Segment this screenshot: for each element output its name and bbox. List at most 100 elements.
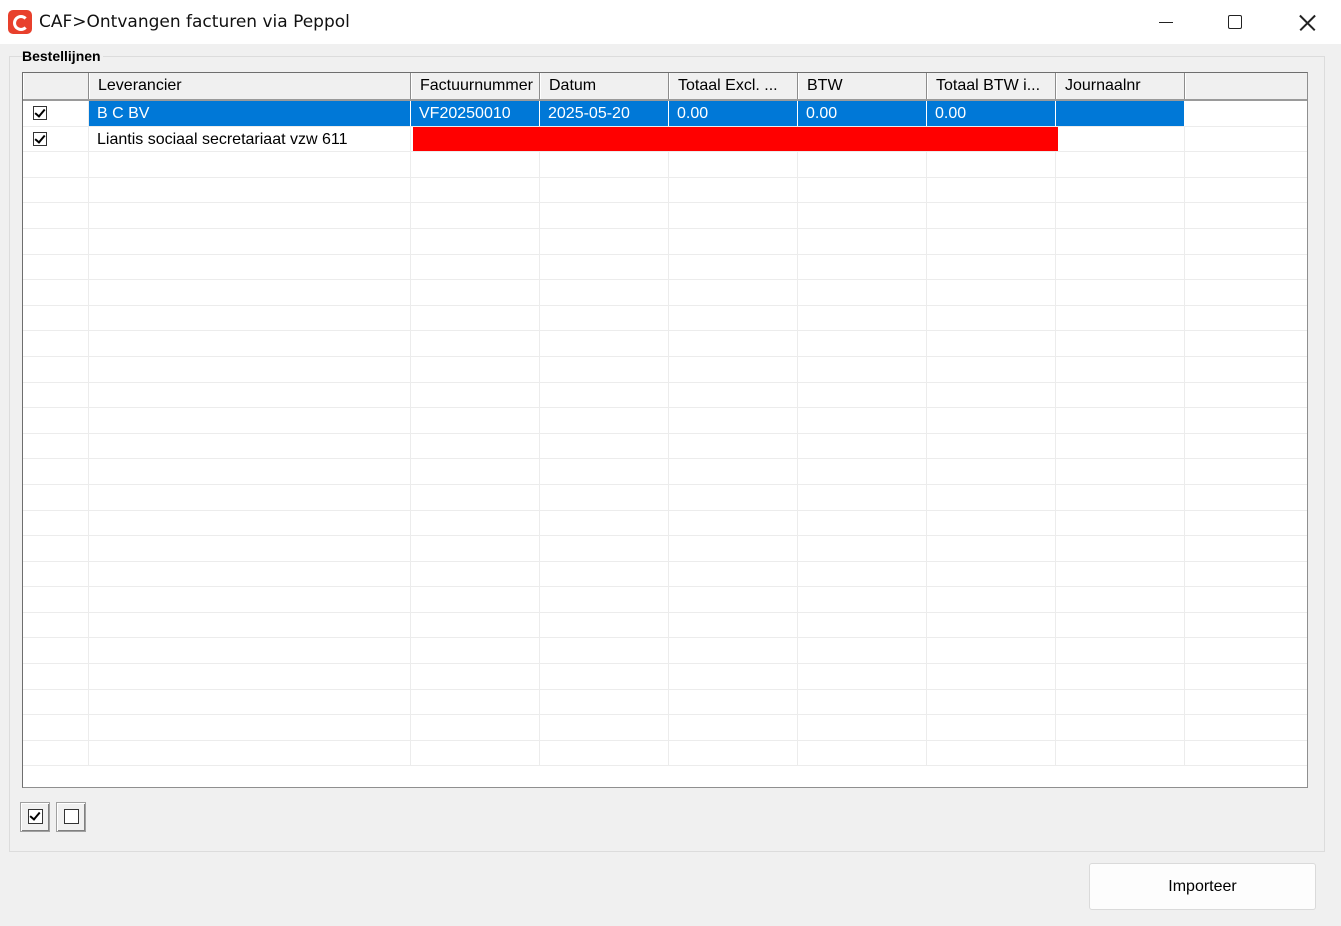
- row-checkbox[interactable]: [33, 106, 47, 120]
- cell-supplier: [89, 280, 411, 306]
- column-header-invoice-number[interactable]: Factuurnummer: [411, 73, 540, 99]
- title-bar: CAF>Ontvangen facturen via Peppol: [0, 0, 1341, 44]
- cell-filler: [1185, 306, 1307, 331]
- cell-check[interactable]: [23, 101, 89, 126]
- column-header-check[interactable]: [23, 73, 89, 99]
- cell-filler: [1185, 434, 1307, 459]
- deselect-all-button[interactable]: [56, 802, 86, 832]
- column-header-vat[interactable]: BTW: [798, 73, 927, 99]
- cell-filler: [1185, 408, 1307, 433]
- cell-total-incl: [927, 254, 1056, 280]
- cell-check: [23, 561, 89, 587]
- table-row: [23, 459, 1307, 485]
- cell-date: [540, 382, 669, 408]
- column-header-filler: [1185, 73, 1307, 99]
- cell-journal-number: [1056, 638, 1185, 664]
- cell-total-incl: [927, 612, 1056, 638]
- cell-vat: [798, 638, 927, 664]
- cell-journal-number: [1056, 331, 1185, 357]
- table-row: [23, 331, 1307, 357]
- cell-date: [540, 254, 669, 280]
- cell-date: [540, 356, 669, 382]
- cell-total-incl: [927, 433, 1056, 459]
- cell-total-excl: [669, 612, 798, 638]
- cell-filler: [1185, 638, 1307, 663]
- minimize-button[interactable]: [1130, 0, 1200, 44]
- cell-check: [23, 177, 89, 203]
- row-checkbox[interactable]: [33, 131, 47, 146]
- cell-journal-number: [1056, 356, 1185, 382]
- cell-total-excl: [669, 638, 798, 664]
- cell-total-excl: [669, 382, 798, 408]
- import-button[interactable]: Importeer: [1089, 863, 1316, 910]
- column-header-date[interactable]: Datum: [540, 73, 669, 99]
- cell-filler: [1185, 690, 1307, 715]
- cell-supplier[interactable]: Liantis sociaal secretariaat vzw 611: [89, 126, 411, 152]
- cell-date: [540, 664, 669, 690]
- table-row: [23, 382, 1307, 409]
- cell-date: [540, 152, 669, 178]
- cell-total-incl: [927, 408, 1056, 434]
- app-logo-icon: [8, 10, 32, 34]
- cell-vat: [798, 280, 927, 306]
- cell-vat: [798, 459, 927, 485]
- table-row: [23, 280, 1307, 306]
- cell-vat[interactable]: 0.00: [798, 101, 927, 126]
- cell-filler: [1185, 127, 1307, 152]
- cell-check[interactable]: [23, 126, 89, 152]
- cell-total-excl: [669, 177, 798, 203]
- table-row: [23, 638, 1307, 665]
- column-header-total-excl[interactable]: Totaal Excl. ...: [669, 73, 798, 99]
- cell-total-incl: [927, 280, 1056, 306]
- cell-vat: [798, 740, 927, 766]
- cell-total-excl: [669, 331, 798, 357]
- column-header-journal-number[interactable]: Journaalnr: [1056, 73, 1185, 99]
- cell-invoice-number: [411, 459, 540, 485]
- cell-date[interactable]: 2025-05-20: [540, 101, 669, 126]
- invoice-grid[interactable]: Leverancier Factuurnummer Datum Totaal E…: [22, 72, 1308, 788]
- select-all-button[interactable]: [20, 802, 50, 832]
- cell-filler: [1185, 229, 1307, 254]
- cell-invoice-number[interactable]: VF20250010: [411, 101, 540, 126]
- column-header-supplier[interactable]: Leverancier: [89, 73, 411, 99]
- cell-total-excl: [669, 484, 798, 510]
- column-header-total-incl[interactable]: Totaal BTW i...: [927, 73, 1056, 99]
- cell-vat: [798, 382, 927, 408]
- cell-total-incl[interactable]: 0.00: [927, 101, 1056, 126]
- cell-invoice-number: [411, 254, 540, 280]
- cell-vat: [798, 433, 927, 459]
- cell-total-excl[interactable]: 0.00: [669, 101, 798, 126]
- table-row[interactable]: B C BV VF20250010 2025-05-20 0.00 0.00 0.00: [23, 101, 1307, 127]
- cell-journal-number: [1056, 561, 1185, 587]
- cell-supplier: [89, 715, 411, 741]
- cell-journal-number: [1056, 228, 1185, 254]
- table-row: [23, 664, 1307, 690]
- maximize-button[interactable]: [1200, 0, 1270, 44]
- cell-supplier: [89, 305, 411, 331]
- maximize-icon: [1228, 15, 1242, 29]
- cell-date: [540, 536, 669, 562]
- table-row: [23, 510, 1307, 537]
- table-row[interactable]: Liantis sociaal secretariaat vzw 611: [23, 126, 1307, 153]
- close-button[interactable]: [1270, 0, 1340, 44]
- cell-vat: [798, 254, 927, 280]
- cell-total-excl: [669, 510, 798, 536]
- cell-check: [23, 459, 89, 485]
- cell-invoice-number: [411, 356, 540, 382]
- cell-invoice-number: [411, 152, 540, 178]
- cell-journal-number[interactable]: [1056, 126, 1185, 152]
- cell-invoice-number: [411, 203, 540, 229]
- cell-filler: [1185, 587, 1307, 612]
- cell-vat: [798, 228, 927, 254]
- group-label: Bestellijnen: [22, 46, 103, 66]
- cell-total-incl: [927, 561, 1056, 587]
- cell-date: [540, 433, 669, 459]
- cell-filler: [1185, 152, 1307, 177]
- cell-date: [540, 715, 669, 741]
- cell-journal-number[interactable]: [1056, 101, 1185, 126]
- cell-check: [23, 510, 89, 536]
- cell-invoice-number: [411, 612, 540, 638]
- cell-check: [23, 382, 89, 408]
- cell-supplier[interactable]: B C BV: [89, 101, 411, 126]
- table-row: [23, 356, 1307, 383]
